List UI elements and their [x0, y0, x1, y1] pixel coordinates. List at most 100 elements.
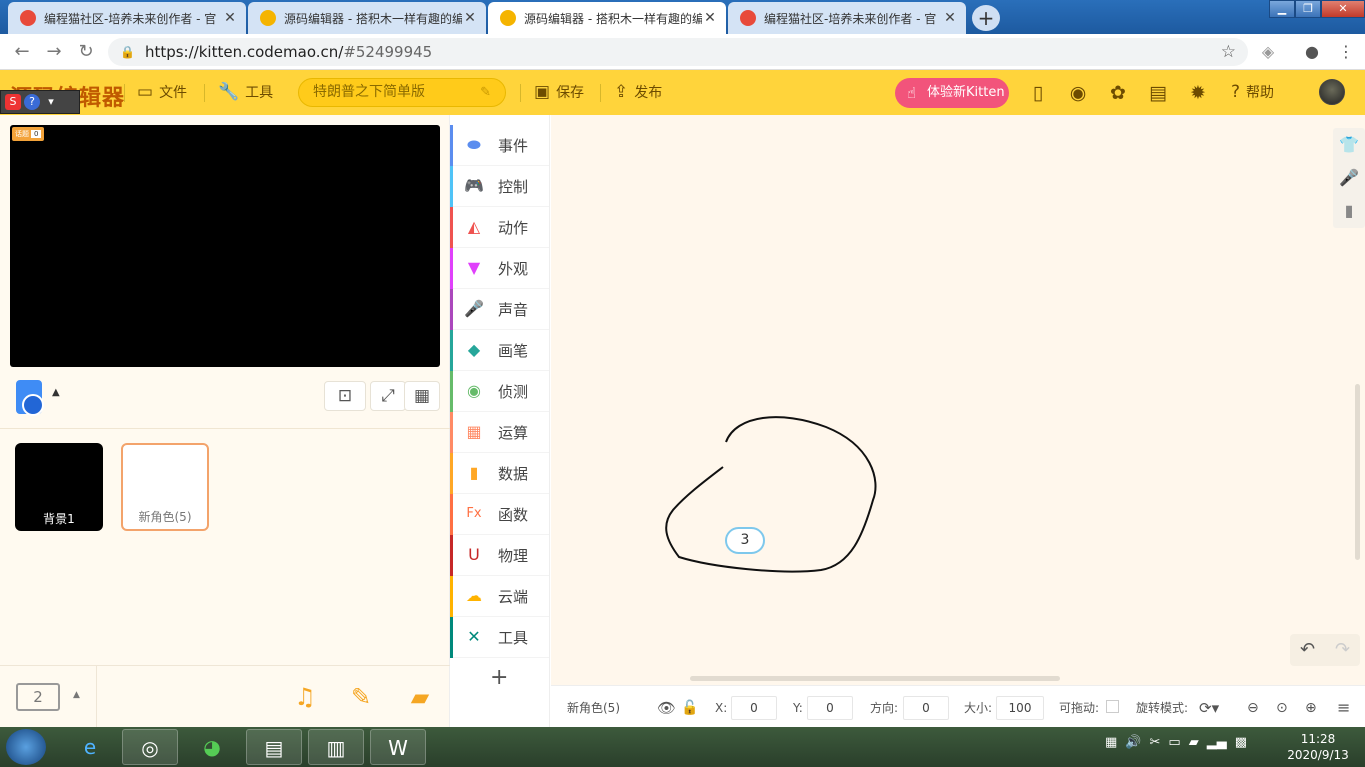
- add-folder-icon[interactable]: ▰: [405, 682, 435, 712]
- internet-explorer-icon[interactable]: e: [62, 729, 118, 765]
- minimize-button[interactable]: ▁: [1269, 0, 1295, 18]
- hexagons-icon[interactable]: ✿: [1106, 81, 1130, 105]
- category-pen[interactable]: ◆ 画笔: [450, 330, 549, 371]
- category-operators[interactable]: ▦ 运算: [450, 412, 549, 453]
- stage-size-button[interactable]: ⊡: [324, 381, 366, 411]
- ime-toolbar[interactable]: S ? ▾: [0, 90, 80, 114]
- new-tab-button[interactable]: +: [972, 5, 1000, 31]
- nvidia-icon[interactable]: ▰: [1189, 735, 1199, 750]
- browser-tab-4[interactable]: 编程猫社区-培养未来创作者 - 官 ✕: [728, 2, 966, 34]
- close-tab-icon[interactable]: ✕: [222, 10, 238, 26]
- monitor-icon[interactable]: ▭: [1168, 735, 1180, 750]
- scene-arrow-icon[interactable]: ▲: [73, 690, 80, 700]
- menu-icon[interactable]: ⋮: [1336, 42, 1356, 62]
- size-input[interactable]: 100: [996, 696, 1044, 720]
- zoom-out-icon[interactable]: ⊖: [1247, 696, 1259, 720]
- direction-input[interactable]: 0: [903, 696, 949, 720]
- close-tab-icon[interactable]: ✕: [462, 10, 478, 26]
- back-icon[interactable]: ←: [12, 42, 32, 62]
- sprite-name-field[interactable]: 新角色(5): [567, 696, 620, 720]
- sound-mic-icon[interactable]: 🎤: [1333, 161, 1365, 194]
- windows-start-icon[interactable]: [6, 729, 46, 765]
- undo-icon[interactable]: ↶: [1290, 634, 1325, 666]
- scene-switcher[interactable]: 2: [16, 683, 60, 711]
- close-tab-icon[interactable]: ✕: [942, 10, 958, 26]
- paint-pencil-icon[interactable]: ✎: [346, 682, 376, 712]
- save-button[interactable]: ▣ 保存: [534, 82, 584, 102]
- visibility-eye-icon[interactable]: 👁: [657, 696, 676, 720]
- category-data[interactable]: ▮ 数据: [450, 453, 549, 494]
- menu-lines-icon[interactable]: ≡: [1337, 696, 1350, 720]
- keyboard-icon[interactable]: ▩: [1235, 735, 1247, 750]
- network-share-icon[interactable]: ▦: [1105, 735, 1117, 750]
- run-options-arrow-icon[interactable]: ▲: [52, 387, 60, 398]
- briefcase-icon[interactable]: ▤: [1146, 81, 1170, 105]
- category-events[interactable]: ⬬ 事件: [450, 125, 549, 166]
- rotation-mode-icon[interactable]: ⟳▾: [1199, 696, 1219, 720]
- category-control[interactable]: 🎮 控制: [450, 166, 549, 207]
- category-motion[interactable]: ◭ 动作: [450, 207, 549, 248]
- url-input[interactable]: 🔒 https://kitten.codemao.cn/#52499945 ☆: [108, 38, 1248, 66]
- project-name-input[interactable]: 特朗普之下简单版 ✎: [298, 78, 506, 107]
- tools-menu[interactable]: 🔧 工具: [218, 82, 273, 102]
- stage-canvas[interactable]: 话题 0: [10, 125, 440, 367]
- add-extension-icon[interactable]: +: [490, 665, 508, 690]
- browser-tab-3[interactable]: 源码编辑器 - 搭积木一样有趣的编 ✕: [488, 2, 726, 34]
- chart-bars-icon[interactable]: ▮: [1333, 194, 1365, 227]
- category-looks[interactable]: ▼ 外观: [450, 248, 549, 289]
- wechat-icon[interactable]: ◕: [184, 729, 240, 765]
- zoom-in-icon[interactable]: ⊕: [1305, 696, 1317, 720]
- redo-icon[interactable]: ↷: [1325, 634, 1360, 666]
- try-new-kitten-button[interactable]: ☝ 体验新Kitten: [895, 78, 1009, 108]
- file-menu[interactable]: ▭ 文件: [137, 82, 187, 102]
- background-thumbnail[interactable]: 背景1: [15, 443, 103, 531]
- y-input[interactable]: 0: [807, 696, 853, 720]
- reload-icon[interactable]: ↻: [76, 42, 96, 62]
- chevron-down-icon[interactable]: ▾: [43, 94, 59, 110]
- x-input[interactable]: 0: [731, 696, 777, 720]
- bookmark-star-icon[interactable]: ☆: [1221, 42, 1236, 62]
- sprite-thumbnail[interactable]: 新角色(5): [121, 443, 209, 531]
- profile-icon[interactable]: ●: [1302, 42, 1322, 62]
- file-explorer-icon[interactable]: ▤: [246, 729, 302, 765]
- run-button[interactable]: [16, 380, 44, 416]
- phone-icon[interactable]: ▯: [1026, 81, 1050, 105]
- browser-tab-1[interactable]: 编程猫社区-培养未来创作者 - 官 ✕: [8, 2, 246, 34]
- costume-shirt-icon[interactable]: 👕: [1333, 128, 1365, 161]
- sogou-icon[interactable]: S: [5, 94, 21, 110]
- category-functions[interactable]: Fx 函数: [450, 494, 549, 535]
- help-icon[interactable]: ?: [24, 94, 40, 110]
- tools-tray-icon[interactable]: ✂: [1149, 735, 1160, 750]
- lock-icon[interactable]: 🔓: [681, 696, 698, 720]
- signal-icon[interactable]: ▂▄: [1207, 735, 1227, 750]
- music-icon[interactable]: ♫: [290, 682, 320, 712]
- settings-icon[interactable]: ✹: [1186, 81, 1210, 105]
- category-physics[interactable]: U 物理: [450, 535, 549, 576]
- horizontal-scrollbar[interactable]: [690, 676, 1060, 681]
- grid-icon[interactable]: ▦: [404, 381, 440, 411]
- zoom-reset-icon[interactable]: ⊙: [1276, 696, 1288, 720]
- system-clock[interactable]: 11:28 2020/9/13: [1285, 731, 1351, 763]
- code-workspace[interactable]: [551, 115, 1365, 685]
- draggable-checkbox[interactable]: [1106, 700, 1119, 713]
- extension-icon[interactable]: ◈: [1258, 42, 1278, 62]
- restore-button[interactable]: ❐: [1295, 0, 1321, 18]
- browser-tab-2[interactable]: 源码编辑器 - 搭积木一样有趣的编 ✕: [248, 2, 486, 34]
- category-sound[interactable]: 🎤 声音: [450, 289, 549, 330]
- close-window-button[interactable]: ✕: [1321, 0, 1365, 18]
- chrome-icon[interactable]: ◎: [122, 729, 178, 765]
- user-avatar[interactable]: [1319, 79, 1345, 105]
- word-icon[interactable]: W: [370, 729, 426, 765]
- help-button[interactable]: ? 帮助: [1231, 82, 1274, 102]
- volume-icon[interactable]: 🔊: [1125, 735, 1141, 750]
- vertical-scrollbar[interactable]: [1355, 384, 1360, 560]
- winrar-icon[interactable]: ▥: [308, 729, 364, 765]
- forward-icon[interactable]: →: [44, 42, 64, 62]
- category-cloud[interactable]: ☁ 云端: [450, 576, 549, 617]
- category-tools[interactable]: ✕ 工具: [450, 617, 549, 658]
- close-tab-icon[interactable]: ✕: [702, 10, 718, 26]
- category-sensing[interactable]: ◉ 侦测: [450, 371, 549, 412]
- fullscreen-icon[interactable]: ⤢: [370, 381, 406, 411]
- robot-icon[interactable]: ◉: [1066, 81, 1090, 105]
- publish-button[interactable]: ⇪ 发布: [614, 82, 662, 102]
